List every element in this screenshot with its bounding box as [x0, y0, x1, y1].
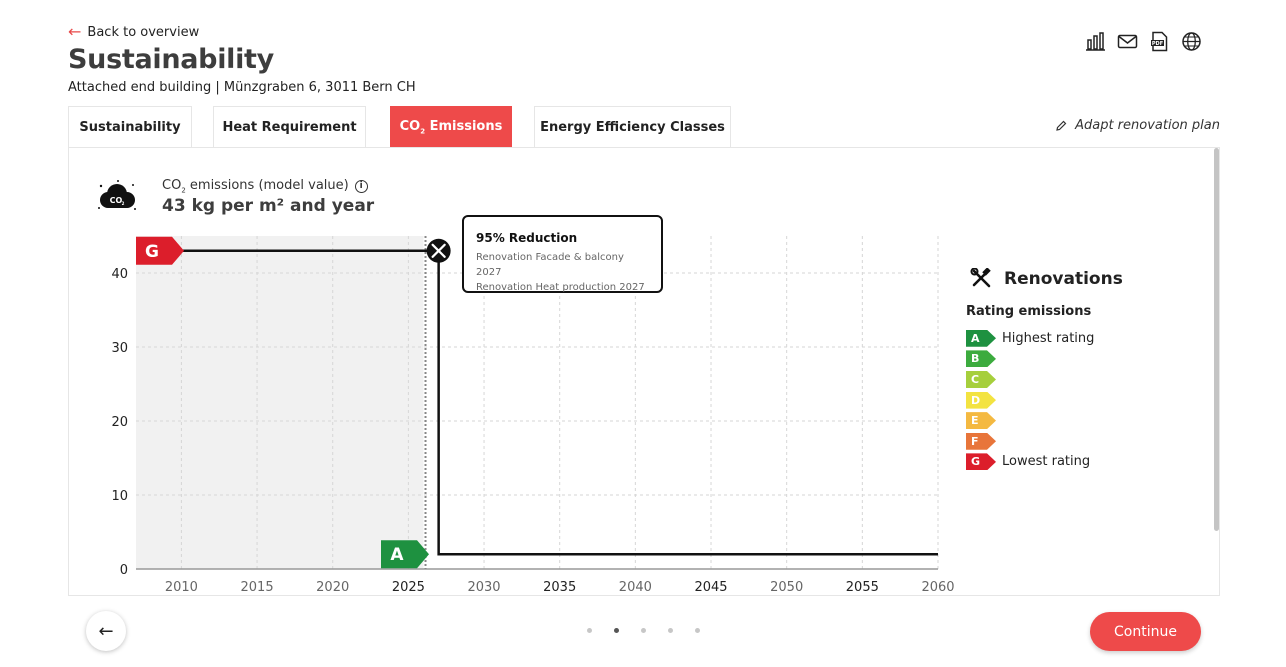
metric-value: 43 kg per m² and year [162, 196, 375, 216]
tooltip-line: Renovation Facade & balcony 2027 [476, 252, 624, 278]
export-toolbar: PDF [1085, 31, 1202, 52]
metric-label: CO2 emissions (model value) i [162, 178, 368, 195]
renovation-marker[interactable] [426, 238, 451, 263]
building-address: Attached end building | Münzgraben 6, 30… [68, 80, 416, 95]
tooltip-line: Renovation Heat production 2027 [476, 282, 645, 293]
tab-co2-emissions[interactable]: CO2 Emissions [390, 106, 512, 147]
tab-label: Heat Requirement [222, 119, 357, 135]
legend-label: Lowest rating [1002, 454, 1091, 470]
adapt-label: Adapt renovation plan [1075, 118, 1220, 133]
pdf-icon[interactable]: PDF [1149, 31, 1170, 52]
step-dot[interactable] [668, 628, 673, 633]
tab-energy-efficiency-classes[interactable]: Energy Efficiency Classes [534, 106, 731, 147]
legend-rows: A Highest rating B C D E F G Lowest rating [966, 328, 1206, 472]
legend-row-d: D [966, 390, 1206, 411]
rating-badge: C [966, 370, 996, 388]
pencil-icon [1056, 120, 1067, 131]
tab-label: Sustainability [79, 119, 181, 135]
step-dot[interactable] [587, 628, 592, 633]
adapt-renovation-plan-link[interactable]: Adapt renovation plan [1055, 118, 1220, 133]
legend-subtitle: Rating emissions [966, 304, 1092, 319]
continue-button[interactable]: Continue [1090, 612, 1201, 651]
legend-row-a: A Highest rating [966, 328, 1206, 349]
step-indicator [587, 628, 700, 633]
tab-label: Energy Efficiency Classes [540, 119, 725, 135]
renovation-tooltip: 95% Reduction Renovation Facade & balcon… [462, 215, 663, 293]
legend-row-c: C [966, 369, 1206, 390]
step-dot[interactable] [641, 628, 646, 633]
back-to-overview-link[interactable]: ← Back to overview [68, 24, 199, 40]
page-title: Sustainability [68, 44, 274, 75]
tooltip-title: 95% Reduction [476, 231, 578, 245]
tab-label: CO2 Emissions [399, 118, 503, 136]
svg-text:PDF: PDF [1152, 41, 1163, 47]
legend-row-g: G Lowest rating [966, 452, 1206, 473]
tab-sustainability[interactable]: Sustainability [68, 106, 192, 147]
rating-badge: E [966, 412, 996, 430]
legend-row-b: B [966, 349, 1206, 370]
rating-badge: D [966, 391, 996, 409]
step-dot[interactable] [614, 628, 619, 633]
bar-chart-icon[interactable] [1085, 31, 1106, 52]
previous-step-button[interactable]: ← [86, 611, 126, 651]
info-icon[interactable]: i [354, 179, 368, 193]
rating-badge: G [966, 453, 996, 471]
co2-cloud-icon: CO 2 [98, 180, 136, 210]
mail-icon[interactable] [1117, 31, 1138, 52]
legend-row-e: E [966, 410, 1206, 431]
svg-text:2: 2 [122, 201, 125, 206]
arrow-left-icon: ← [98, 620, 114, 642]
legend-label: Highest rating [1002, 330, 1095, 346]
legend-row-f: F [966, 431, 1206, 452]
scrollbar[interactable] [1214, 148, 1219, 531]
legend-title: Renovations [970, 268, 1206, 290]
back-link-label: Back to overview [87, 24, 200, 40]
rating-badge: A [966, 329, 996, 347]
arrow-left-icon: ← [68, 22, 82, 41]
globe-icon[interactable] [1181, 31, 1202, 52]
step-dot[interactable] [695, 628, 700, 633]
rating-badge: B [966, 350, 996, 368]
svg-text:CO: CO [110, 196, 123, 205]
tools-icon [970, 268, 991, 288]
tab-heat-requirement[interactable]: Heat Requirement [213, 106, 366, 147]
rating-badge: F [966, 432, 996, 450]
rating-legend: Renovations Rating emissions A Highest ra… [966, 268, 1206, 472]
